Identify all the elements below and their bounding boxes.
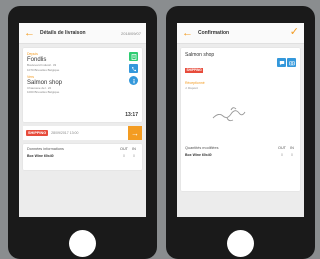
shipping-date: 28/09/2017 13:00 [51, 131, 79, 135]
document-icon[interactable] [129, 52, 138, 61]
chat-icon[interactable] [277, 58, 286, 67]
right-phone: ← Confirmation ✓ Salmon shop SHIPPING Ré… [166, 6, 315, 259]
header-date: 2018/09/07 [120, 31, 141, 36]
signature-image [212, 107, 246, 122]
info-header-label: Données informations [27, 147, 64, 151]
shipping-row[interactable]: SHIPPING 28/09/2017 13:00 → [23, 126, 142, 140]
info-row-out: 0 [123, 154, 125, 158]
top-bar: ← Confirmation ✓ [177, 23, 304, 44]
confirmation-card: Salmon shop SHIPPING Réceptionné J. Dupo… [181, 48, 300, 191]
info-row-label: Box Wine 60x40 [27, 154, 54, 158]
delivery-details-screen: ← Détails de livraison 2018/09/07 Depuis… [19, 23, 146, 217]
from-label: Depuis [27, 52, 38, 56]
delivery-time: 13:17 [125, 112, 138, 118]
recipient-name: Salmon shop [27, 79, 63, 86]
arrow-right-icon[interactable]: → [128, 126, 142, 140]
quantities-row: Box Wine 60x40 0 0 [185, 153, 296, 157]
home-button[interactable] [227, 230, 254, 257]
info-header: Données informations OUT IN [27, 147, 138, 151]
quantities-row-in: 0 [291, 153, 293, 157]
page-title: Détails de livraison [40, 30, 86, 36]
page-title: Confirmation [198, 30, 230, 36]
quantities-header-label: Quantités modifiées [185, 146, 219, 150]
info-icon[interactable] [129, 76, 138, 85]
quantities-col-in: IN [290, 146, 294, 150]
recipient-address-line2: 1000 Bruxelles Belgique [27, 90, 60, 95]
left-phone: ← Détails de livraison 2018/09/07 Depuis… [8, 6, 157, 259]
shipping-badge: SHIPPING [26, 130, 49, 136]
delivery-card: Depuis Fondlis Boulevard Industri. 33 10… [23, 48, 142, 122]
info-row-in: 0 [133, 154, 135, 158]
quantities-header: Quantités modifiées OUT IN [185, 146, 296, 150]
info-col-out: OUT [119, 147, 128, 151]
back-arrow-icon[interactable]: ← [24, 27, 36, 39]
phone-icon[interactable] [129, 64, 138, 73]
check-icon[interactable]: ✓ [290, 27, 299, 38]
info-row: Box Wine 60x40 0 0 [27, 154, 138, 158]
info-card: Données informations OUT IN Box Wine 60x… [23, 144, 142, 170]
to-label: Vers [27, 74, 35, 79]
quantities-row-out: 0 [281, 153, 283, 157]
info-col-in: IN [132, 147, 136, 151]
quantities-col-out: OUT [277, 146, 286, 150]
quantities-row-label: Box Wine 60x40 [185, 153, 212, 157]
back-arrow-icon[interactable]: ← [182, 27, 194, 39]
reason-value: J. Dupont [185, 86, 198, 90]
top-bar: ← Détails de livraison 2018/09/07 [19, 23, 146, 44]
home-button[interactable] [69, 230, 96, 257]
sender-address-line2: 1070 Bruxelles Belgique [27, 67, 60, 72]
camera-icon[interactable] [287, 58, 296, 67]
confirmation-screen: ← Confirmation ✓ Salmon shop SHIPPING Ré… [177, 23, 304, 217]
reason-label: Réceptionné [185, 81, 205, 85]
shipping-badge: SHIPPING [185, 67, 204, 73]
